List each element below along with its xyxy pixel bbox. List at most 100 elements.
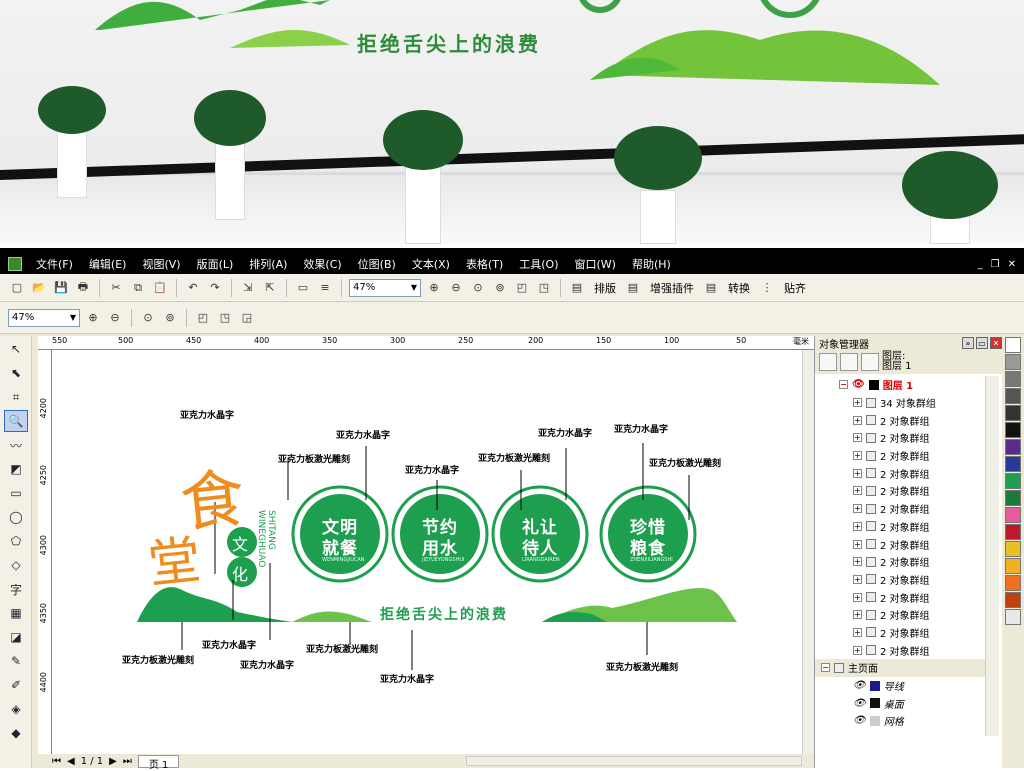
edit-across-layers-icon[interactable]: [840, 353, 858, 371]
plugin-button[interactable]: 增强插件: [646, 280, 698, 296]
outline-icon[interactable]: ✐: [4, 674, 28, 696]
zoom-page-icon[interactable]: ◰: [513, 279, 531, 297]
palette-swatch[interactable]: [1005, 592, 1021, 608]
tree-object-group[interactable]: +2 对象群组: [815, 411, 985, 429]
layout-icon[interactable]: ▤: [568, 279, 586, 297]
palette-swatch[interactable]: [1005, 371, 1021, 387]
close-icon[interactable]: ✕: [1008, 259, 1016, 270]
zoom-all-icon[interactable]: ⊚: [491, 279, 509, 297]
tree-object-group[interactable]: +2 对象群组: [815, 624, 985, 642]
tree-object-group[interactable]: +2 对象群组: [815, 641, 985, 659]
interactive-tool-icon[interactable]: ◪: [4, 626, 28, 648]
tree-object-group[interactable]: +2 对象群组: [815, 482, 985, 500]
palette-swatch[interactable]: [1005, 609, 1021, 625]
eye-icon[interactable]: 👁: [852, 379, 865, 390]
palette-swatch[interactable]: [1005, 337, 1021, 353]
paste-icon[interactable]: 📋: [151, 279, 169, 297]
smart-fill-icon[interactable]: ◩: [4, 458, 28, 480]
shape-tool-icon[interactable]: ⬉: [4, 362, 28, 384]
zoom-width-icon[interactable]: ◳: [216, 309, 234, 327]
palette-swatch[interactable]: [1005, 490, 1021, 506]
menu-layout[interactable]: 版面(L): [189, 256, 242, 272]
zoom-tool-icon[interactable]: 🔍: [4, 410, 28, 432]
menu-effects[interactable]: 效果(C): [295, 256, 349, 272]
palette-swatch[interactable]: [1005, 354, 1021, 370]
rectangle-tool-icon[interactable]: ▭: [4, 482, 28, 504]
export-icon[interactable]: ⇱: [261, 279, 279, 297]
plugin-icon[interactable]: ▤: [624, 279, 642, 297]
eye-icon[interactable]: 👁: [853, 680, 866, 691]
zoom-select[interactable]: 47% ▼: [349, 278, 421, 297]
zoom-select-2[interactable]: 47% ▼: [8, 308, 80, 327]
zoom-out-icon[interactable]: ⊖: [106, 309, 124, 327]
menu-help[interactable]: 帮助(H): [624, 256, 679, 272]
print-icon[interactable]: 🖶: [74, 279, 92, 297]
palette-swatch[interactable]: [1005, 558, 1021, 574]
ellipse-tool-icon[interactable]: ◯: [4, 506, 28, 528]
tree-object-group[interactable]: +2 对象群组: [815, 447, 985, 465]
tree-master-page[interactable]: − 主页面: [815, 659, 985, 677]
tree-sublayer[interactable]: 👁 桌面: [815, 694, 985, 712]
palette-swatch[interactable]: [1005, 507, 1021, 523]
cut-icon[interactable]: ✂: [107, 279, 125, 297]
menu-window[interactable]: 窗口(W): [567, 256, 624, 272]
palette-swatch[interactable]: [1005, 524, 1021, 540]
palette-swatch[interactable]: [1005, 575, 1021, 591]
palette-swatch[interactable]: [1005, 473, 1021, 489]
expand-icon[interactable]: »: [962, 337, 974, 349]
palette-swatch[interactable]: [1005, 439, 1021, 455]
tree-object-group[interactable]: +2 对象群组: [815, 464, 985, 482]
tree-object-group[interactable]: +2 对象群组: [815, 535, 985, 553]
tree-object-group[interactable]: +2 对象群组: [815, 588, 985, 606]
page-tab[interactable]: 页 1: [137, 754, 180, 771]
zoom-out-icon[interactable]: ⊖: [447, 279, 465, 297]
minimize-icon[interactable]: _: [978, 259, 983, 270]
zoom-selected-icon[interactable]: ⊙: [469, 279, 487, 297]
tree-object-group[interactable]: +2 对象群组: [815, 518, 985, 536]
save-icon[interactable]: 💾: [52, 279, 70, 297]
new-icon[interactable]: ▢: [8, 279, 26, 297]
menu-file[interactable]: 文件(F): [28, 256, 81, 272]
table-tool-icon[interactable]: ▦: [4, 602, 28, 624]
snap-icon[interactable]: ⋮: [758, 279, 776, 297]
first-page-icon[interactable]: ⏮: [52, 756, 61, 767]
pick-tool-icon[interactable]: ↖: [4, 338, 28, 360]
zoom-in-icon[interactable]: ⊕: [425, 279, 443, 297]
tree-sublayer[interactable]: 👁 网格: [815, 712, 985, 730]
undo-icon[interactable]: ↶: [184, 279, 202, 297]
last-page-icon[interactable]: ⏭: [123, 756, 132, 767]
tree-sublayer[interactable]: 👁 导线: [815, 677, 985, 695]
fill-icon[interactable]: ◈: [4, 698, 28, 720]
open-icon[interactable]: 📂: [30, 279, 48, 297]
tree-object-group[interactable]: +2 对象群组: [815, 500, 985, 518]
menu-view[interactable]: 视图(V): [134, 256, 188, 272]
import-icon[interactable]: ⇲: [239, 279, 257, 297]
options-icon[interactable]: ≡: [316, 279, 334, 297]
freehand-tool-icon[interactable]: 〰: [4, 434, 28, 456]
palette-swatch[interactable]: [1005, 422, 1021, 438]
palette-swatch[interactable]: [1005, 541, 1021, 557]
zoom-height-icon[interactable]: ◲: [238, 309, 256, 327]
zoom-width-icon[interactable]: ◳: [535, 279, 553, 297]
show-properties-icon[interactable]: [819, 353, 837, 371]
palette-swatch[interactable]: [1005, 405, 1021, 421]
app-icon[interactable]: [8, 257, 22, 271]
interactive-fill-icon[interactable]: ◆: [4, 722, 28, 744]
tree-object-group[interactable]: +2 对象群组: [815, 571, 985, 589]
tree-object-group[interactable]: +2 对象群组: [815, 553, 985, 571]
palette-swatch[interactable]: [1005, 456, 1021, 472]
minimize-icon[interactable]: ▭: [976, 337, 988, 349]
tree-object-group[interactable]: +2 对象群组: [815, 429, 985, 447]
eyedropper-icon[interactable]: ✎: [4, 650, 28, 672]
menu-arrange[interactable]: 排列(A): [241, 256, 295, 272]
next-page-icon[interactable]: ▶: [109, 756, 117, 767]
zoom-all-icon[interactable]: ⊚: [161, 309, 179, 327]
zoom-in-icon[interactable]: ⊕: [84, 309, 102, 327]
prev-page-icon[interactable]: ◀: [67, 756, 75, 767]
zoom-page-icon[interactable]: ◰: [194, 309, 212, 327]
tree-layer-1[interactable]: − 👁 图层 1: [815, 376, 985, 394]
text-tool-icon[interactable]: 字: [4, 578, 28, 600]
drawing-canvas[interactable]: 食 堂 文 化 SHITANG WINEGHUAO 文明 就餐 WENMINGJ…: [52, 350, 802, 754]
snap-button[interactable]: 贴齐: [780, 280, 810, 296]
crop-tool-icon[interactable]: ⌗: [4, 386, 28, 408]
